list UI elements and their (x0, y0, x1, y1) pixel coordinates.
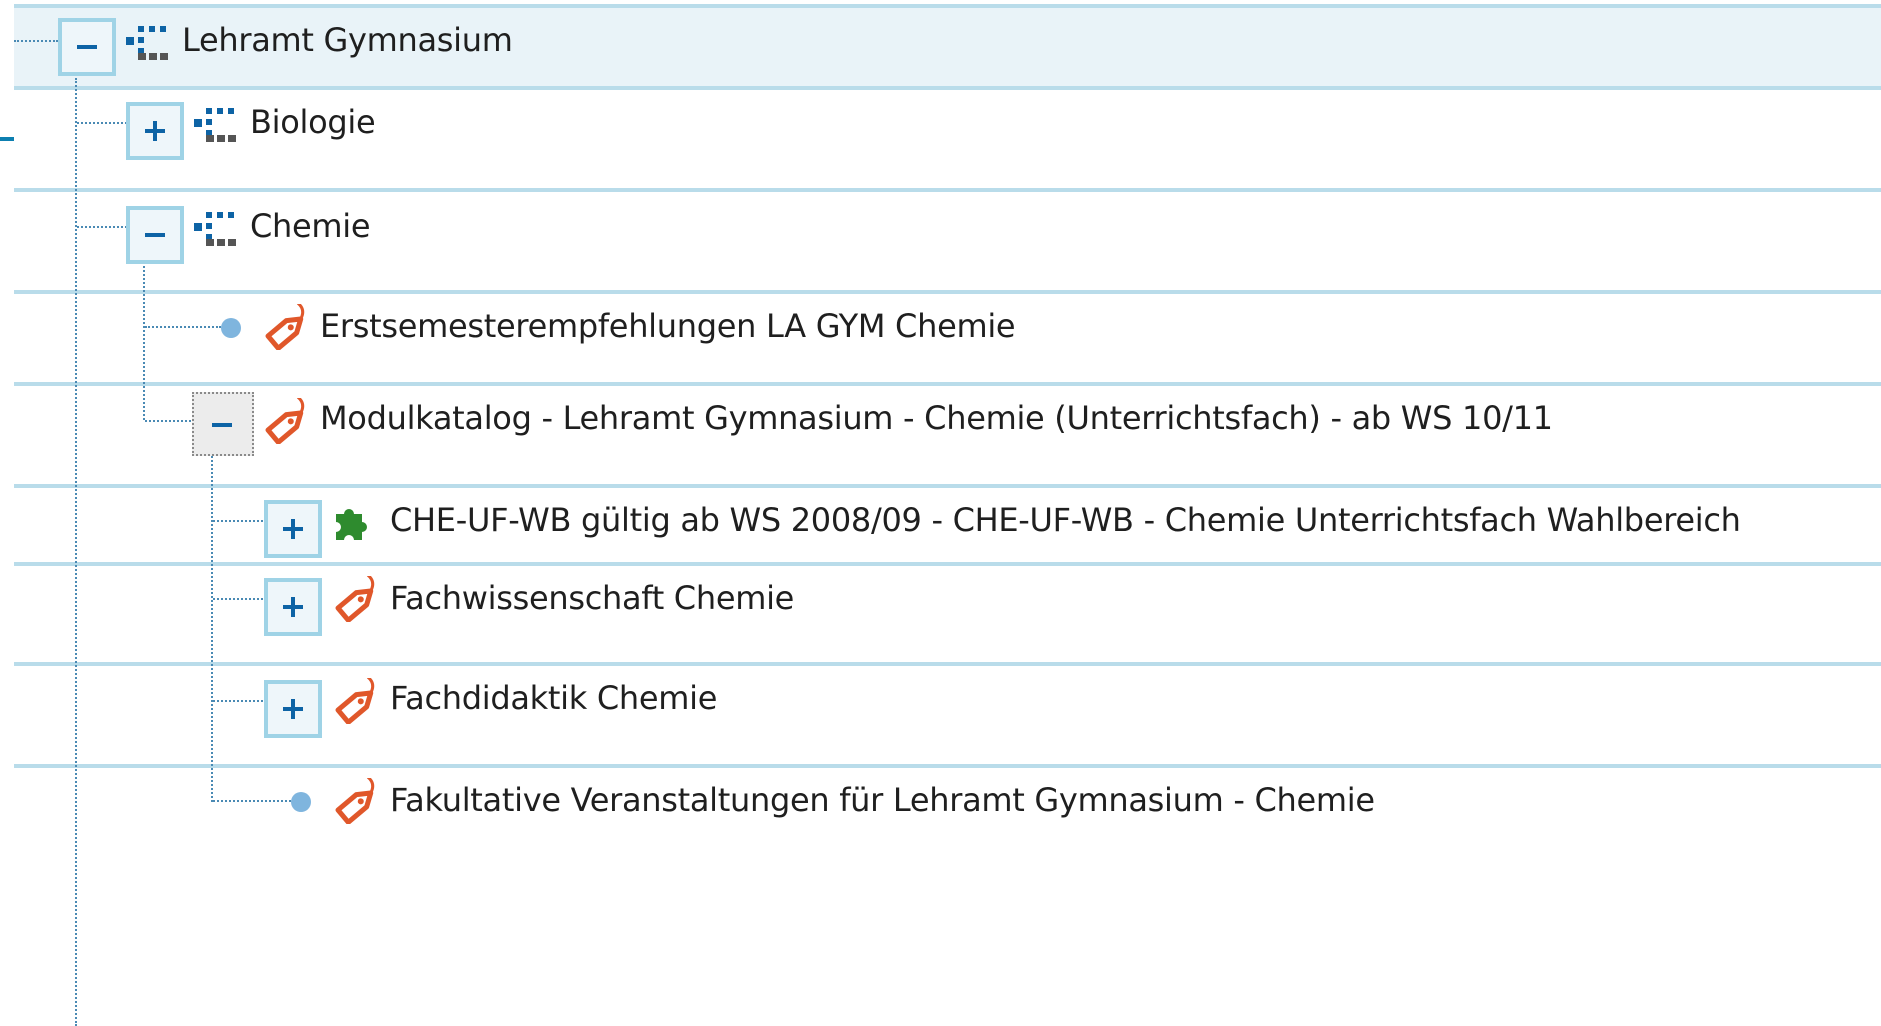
tag-icon (335, 576, 375, 622)
tag-icon (265, 398, 305, 444)
tag-icon (335, 678, 375, 724)
row-separator (14, 86, 1881, 90)
row-separator (14, 188, 1881, 192)
tree-connector-horizontal (145, 420, 195, 422)
tree-label-che-uf-wb[interactable]: CHE-UF-WB gültig ab WS 2008/09 - CHE-UF-… (390, 500, 1741, 540)
row-separator (14, 290, 1881, 294)
tree-connector-horizontal (77, 226, 127, 228)
tree-connector-vertical (75, 78, 77, 1026)
tag-icon (335, 778, 375, 824)
leaf-bullet (291, 792, 311, 812)
expand-toggle-biologie[interactable] (126, 102, 184, 160)
scroll-marker (0, 137, 14, 141)
tree-label-lehramt-gymnasium[interactable]: Lehramt Gymnasium (182, 20, 513, 60)
row-separator (14, 562, 1881, 566)
collapse-toggle-lehramt-gymnasium[interactable] (58, 18, 116, 76)
row-separator (14, 4, 1881, 8)
tree-connector-horizontal (145, 326, 221, 328)
expand-toggle-che-uf-wb[interactable] (264, 500, 322, 558)
tree-connector-horizontal (213, 800, 291, 802)
org-unit-icon (126, 26, 168, 60)
course-catalog-tree: Lehramt Gymnasium Biologie Chemie Erstse… (0, 0, 1881, 1026)
tree-connector-vertical (211, 452, 213, 802)
row-separator (14, 662, 1881, 666)
tree-label-chemie[interactable]: Chemie (250, 206, 371, 246)
tree-label-fakultative-veranstaltungen[interactable]: Fakultative Veranstaltungen für Lehramt … (390, 780, 1375, 820)
row-separator (14, 382, 1881, 386)
expand-toggle-fachwissenschaft[interactable] (264, 578, 322, 636)
collapse-toggle-chemie[interactable] (126, 206, 184, 264)
tree-connector-horizontal (213, 520, 263, 522)
tree-connector-horizontal (14, 40, 58, 42)
tree-connector-horizontal (213, 700, 263, 702)
tree-label-fachdidaktik[interactable]: Fachdidaktik Chemie (390, 678, 717, 718)
tree-label-erstsemesterempfehlungen[interactable]: Erstsemesterempfehlungen LA GYM Chemie (320, 306, 1016, 346)
collapse-toggle-modulkatalog[interactable] (192, 392, 254, 456)
row-separator (14, 484, 1881, 488)
tree-connector-horizontal (77, 122, 127, 124)
tree-label-fachwissenschaft[interactable]: Fachwissenschaft Chemie (390, 578, 794, 618)
puzzle-piece-icon (336, 509, 367, 540)
row-separator (14, 764, 1881, 768)
tag-icon (265, 304, 305, 350)
org-unit-icon (194, 108, 236, 142)
tree-connector-vertical (143, 262, 145, 420)
tree-label-biologie[interactable]: Biologie (250, 102, 376, 142)
tree-connector-horizontal (213, 598, 263, 600)
org-unit-icon (194, 212, 236, 246)
tree-label-modulkatalog[interactable]: Modulkatalog - Lehramt Gymnasium - Chemi… (320, 398, 1553, 438)
leaf-bullet (221, 318, 241, 338)
expand-toggle-fachdidaktik[interactable] (264, 680, 322, 738)
